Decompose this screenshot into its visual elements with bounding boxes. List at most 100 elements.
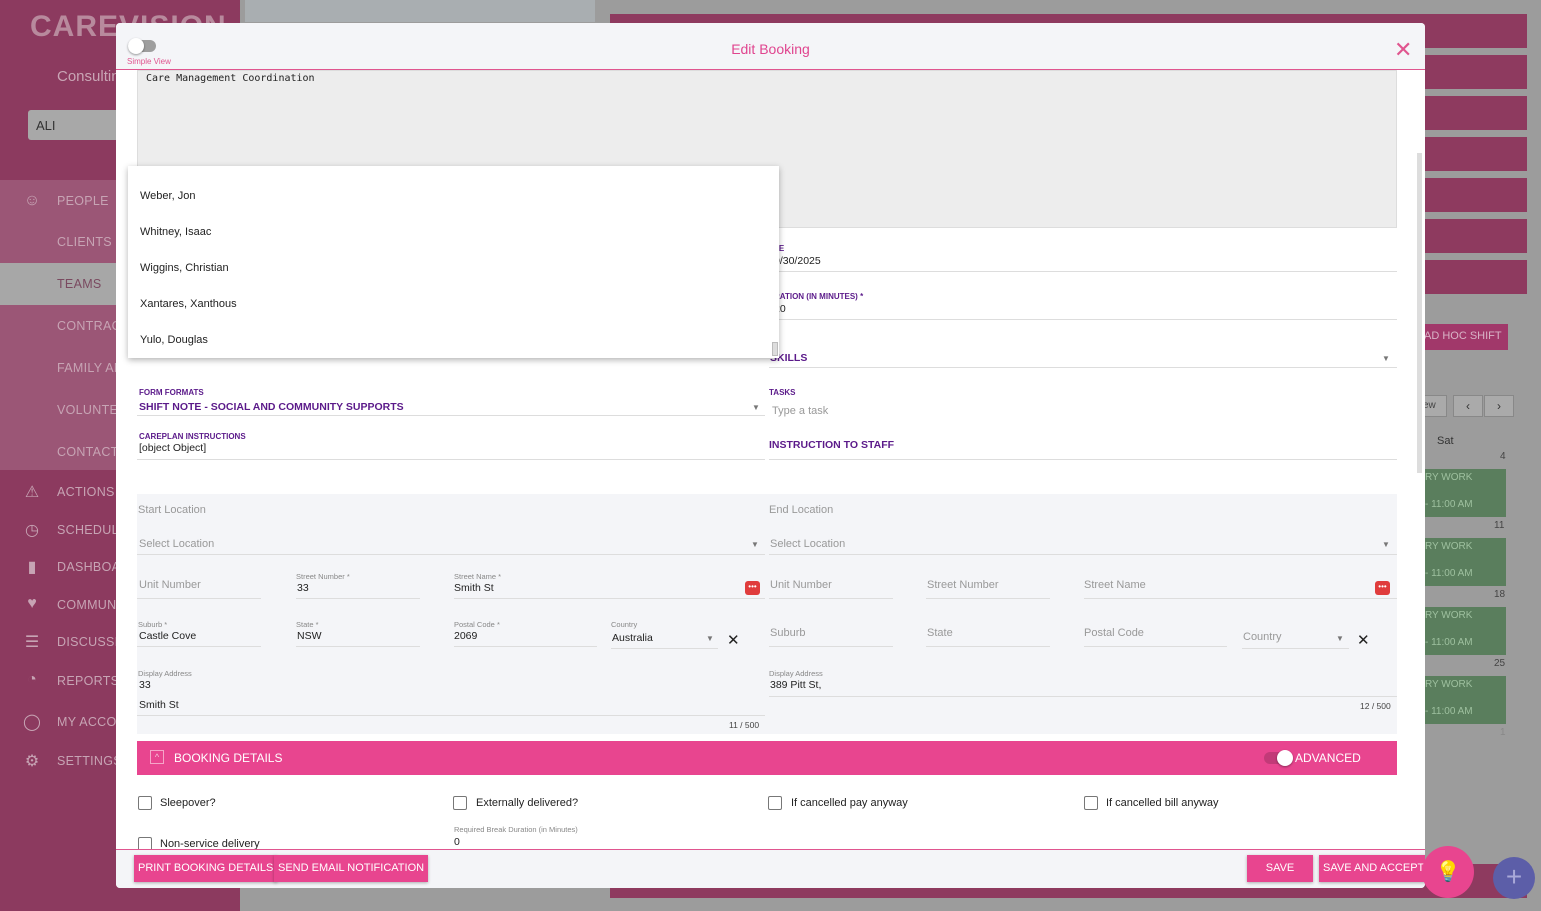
sidebar-item-actions[interactable]: ACTIONS [57,485,115,499]
end-location-title: End Location [769,504,834,516]
prev-icon[interactable]: ‹ [1453,395,1483,417]
day-number: 4 [1500,451,1506,462]
gear-icon: ⚙ [24,753,40,770]
cancelled-bill-checkbox[interactable] [1084,796,1098,810]
country-label: Country [611,620,638,629]
collapse-icon[interactable]: ^ [150,750,164,764]
gauge-icon: ◔ [27,671,37,688]
advanced-toggle[interactable] [1264,750,1293,766]
dropdown-option[interactable]: Wiggins, Christian [140,262,229,274]
location-panel: Start Location Select Location ▼ Unit Nu… [137,494,1397,734]
hearts-icon: ♥ [27,595,37,612]
next-icon[interactable]: › [1484,395,1514,417]
add-icon[interactable]: + [1493,857,1535,899]
chevron-down-icon: ▼ [751,540,759,549]
sidebar-item-people[interactable]: PEOPLE [57,194,109,208]
end-display-address[interactable]: 389 Pitt St, [770,679,821,691]
start-suburb[interactable]: Castle Cove [139,630,196,642]
modal-scrollbar[interactable] [1417,153,1422,473]
booking-details-bar[interactable]: ^ BOOKING DETAILS ADVANCED [137,741,1397,775]
day-number: 11 [1494,520,1505,531]
start-street-number[interactable]: 33 [297,582,309,594]
end-street-number[interactable]: Street Number [927,579,999,591]
cancelled-pay-checkbox[interactable] [768,796,782,810]
sidebar-item-settings[interactable]: SETTINGS [57,754,122,768]
checkbox-label: Externally delivered? [476,797,579,809]
clear-icon[interactable]: ✕ [727,631,740,649]
booking-details-title: BOOKING DETAILS [174,751,283,765]
warning-icon: ⚠ [24,484,40,501]
ad-hoc-shift-button[interactable]: AD HOC SHIFT [1420,324,1508,350]
sidebar-item-teams[interactable]: TEAMS [57,277,102,291]
event-title: RY WORK [1425,610,1473,621]
sidebar-item-reports[interactable]: REPORTS [57,674,119,688]
sidebar-item-clients[interactable]: CLIENTS [57,235,112,249]
form-formats-label: FORM FORMATS [139,388,204,397]
start-street-name[interactable]: Smith St [454,582,494,594]
end-location-select[interactable]: Select Location [770,538,845,550]
start-country-select[interactable]: Australia [612,632,653,644]
checkbox-label: If cancelled pay anyway [791,797,908,809]
end-street-name[interactable]: Street Name [1084,579,1146,591]
close-icon[interactable]: ✕ [1394,37,1412,63]
lightbulb-icon[interactable]: 💡 [1422,846,1474,898]
externally-delivered-checkbox[interactable] [453,796,467,810]
save-and-accept-button[interactable]: SAVE AND ACCEPT [1319,855,1425,882]
checkbox-label: Sleepover? [160,797,216,809]
schedule-icon: ◷ [25,522,39,539]
clear-icon[interactable]: ✕ [1357,631,1370,649]
calendar-event[interactable]: RY WORK - 11:00 AM [1422,538,1506,586]
chevron-down-icon: ▼ [706,634,714,643]
char-count: 11 / 500 [729,720,760,730]
form-formats-select[interactable]: SHIFT NOTE - SOCIAL AND COMMUNITY SUPPOR… [139,401,404,413]
save-button[interactable]: SAVE [1247,855,1313,882]
user-icon: ◯ [23,714,41,731]
sleepover-checkbox[interactable] [138,796,152,810]
dropdown-option[interactable]: Xantares, Xanthous [140,298,237,310]
background-banner [245,0,595,22]
event-time: - 11:00 AM [1425,499,1473,510]
chat-icon: ☰ [24,634,40,651]
tasks-input[interactable]: Type a task [772,405,828,417]
date-field[interactable]: 0/30/2025 [774,255,821,267]
dropdown-option[interactable]: Yulo, Douglas [140,334,208,346]
staff-dropdown: Weber, Jon Whitney, Isaac Wiggins, Chris… [128,166,779,358]
dropdown-option[interactable]: Weber, Jon [140,190,195,202]
duration-label: RATION (IN MINUTES) * [774,292,864,301]
day-header-sat: Sat [1437,435,1454,447]
street-name-label: Street Name * [454,572,502,581]
more-icon[interactable]: ••• [745,581,760,595]
display-address-label: Display Address [138,669,192,678]
more-icon[interactable]: ••• [1375,581,1390,595]
start-unit-number[interactable]: Unit Number [139,579,201,591]
send-email-notification-button[interactable]: SEND EMAIL NOTIFICATION [274,855,429,882]
chevron-down-icon: ▼ [1382,354,1390,363]
start-postal-code[interactable]: 2069 [454,630,477,642]
suburb-label: Suburb * [138,620,168,629]
print-booking-details-button[interactable]: PRINT BOOKING DETAILS [134,855,278,882]
calendar-event[interactable]: RY WORK - 11:00 AM [1422,469,1506,517]
state-label: State * [296,620,319,629]
end-suburb[interactable]: Suburb [770,627,805,639]
dropdown-option[interactable]: Whitney, Isaac [140,226,211,238]
instruction-to-staff[interactable]: INSTRUCTION TO STAFF [769,439,894,451]
calendar-event[interactable]: RY WORK - 11:00 AM [1422,607,1506,655]
dropdown-scrollbar[interactable] [772,342,778,356]
end-unit-number[interactable]: Unit Number [770,579,832,591]
start-state[interactable]: NSW [297,630,322,642]
start-location-title: Start Location [138,504,206,516]
day-number: 25 [1494,658,1506,669]
careplan-label: CAREPLAN INSTRUCTIONS [139,432,246,441]
tasks-label: TASKS [769,388,796,397]
careplan-field[interactable]: [object Object] [139,442,206,454]
end-postal-code[interactable]: Postal Code [1084,627,1144,639]
start-display-address-line[interactable]: Smith St [139,699,179,711]
start-location-select[interactable]: Select Location [139,538,214,550]
break-duration-field[interactable]: 0 [454,836,460,848]
people-icon: ☺ [23,192,41,209]
bar-chart-icon: ▮ [27,559,37,576]
start-display-address-line[interactable]: 33 [139,679,151,691]
end-state[interactable]: State [927,627,953,639]
end-country-select[interactable]: Country [1243,631,1282,643]
calendar-event[interactable]: RY WORK - 11:00 AM [1422,676,1506,724]
